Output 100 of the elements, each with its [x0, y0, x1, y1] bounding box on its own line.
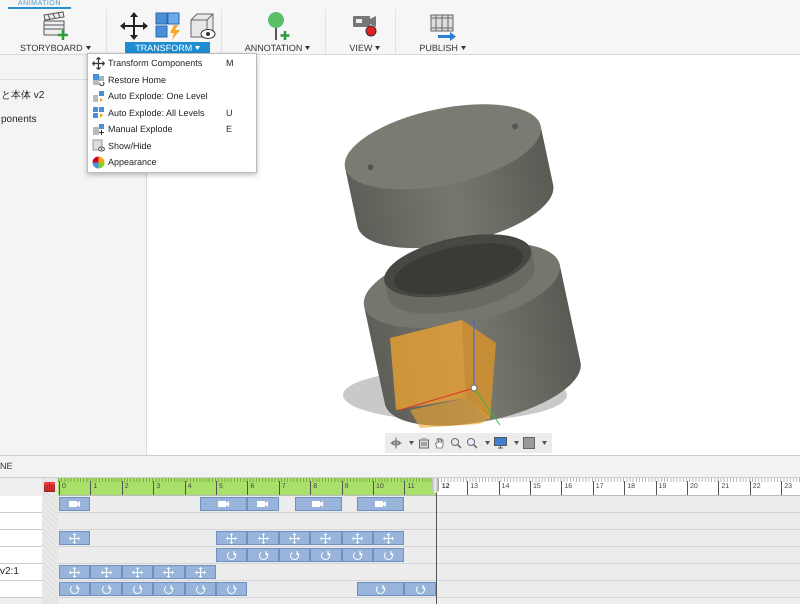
track-header[interactable]	[0, 581, 42, 598]
grid-icon[interactable]	[523, 437, 535, 449]
monitor-icon[interactable]	[494, 437, 507, 449]
keyframe-block[interactable]	[310, 531, 342, 545]
keyframe-block[interactable]	[184, 582, 216, 596]
caret-icon	[305, 46, 310, 50]
caret-icon	[514, 441, 519, 445]
track-header[interactable]	[0, 547, 42, 564]
rotate-icon	[132, 584, 143, 594]
keyframe-block[interactable]	[373, 531, 404, 545]
keyframe-block[interactable]	[59, 531, 90, 545]
move-icon	[69, 532, 80, 544]
track-header[interactable]: v2:1	[0, 564, 42, 581]
toolbar-dropdown[interactable]: STORYBOARD	[10, 42, 101, 54]
keyframe-block[interactable]	[310, 548, 342, 562]
move-icon	[288, 532, 300, 544]
keyframe-block[interactable]	[153, 582, 185, 596]
hand-icon[interactable]	[434, 437, 446, 449]
menu-item[interactable]: Auto Explode: All Levels U	[88, 104, 256, 121]
keyframe-block[interactable]	[294, 497, 342, 511]
browser-item[interactable]: と本体 v2	[0, 86, 44, 106]
keyframe-block[interactable]	[200, 497, 248, 511]
move-icon	[383, 532, 394, 544]
camera-icon	[374, 500, 387, 508]
keyframe-block[interactable]	[59, 582, 90, 596]
keyframe-block[interactable]	[247, 548, 279, 562]
zoom-icon[interactable]	[450, 437, 462, 449]
keyframe-block[interactable]	[278, 531, 310, 545]
keyframe-block[interactable]	[90, 582, 122, 596]
move-icon	[69, 566, 80, 578]
color-wheel-icon	[92, 156, 105, 169]
caret-icon	[542, 441, 547, 445]
menu-item[interactable]: Auto Explode: One Level	[88, 88, 256, 104]
track-header[interactable]	[0, 530, 42, 547]
keyframe-block[interactable]	[59, 565, 90, 579]
clipboard-icon[interactable]	[418, 437, 430, 449]
keyframe-block[interactable]	[216, 582, 248, 596]
eye-box-icon	[92, 139, 105, 152]
move-icon[interactable]	[120, 11, 148, 41]
menu-item[interactable]: Manual Explode E	[88, 121, 256, 138]
track-header[interactable]	[0, 513, 42, 530]
keyframe-block[interactable]	[216, 531, 248, 545]
move-icon	[352, 532, 363, 544]
cube-stack-icon	[92, 90, 105, 103]
keyframe-block[interactable]	[247, 531, 279, 545]
keyframe-block[interactable]	[278, 548, 310, 562]
shortcut-key: U	[226, 108, 256, 118]
browser-item[interactable]: ponents	[0, 110, 37, 130]
menu-item[interactable]: Transform Components M	[88, 55, 256, 72]
move-icon	[226, 532, 238, 544]
menu-item[interactable]: Restore Home	[88, 72, 256, 88]
rotate-icon	[226, 550, 238, 560]
keyframe-block[interactable]	[122, 565, 154, 579]
caret-icon	[195, 46, 200, 50]
rotate-icon	[414, 584, 426, 594]
keyframe-block[interactable]	[357, 497, 404, 511]
camera-icon	[312, 500, 324, 508]
shortcut-key: M	[226, 58, 256, 68]
menu-item[interactable]: Appearance	[88, 154, 256, 170]
rotate-icon	[320, 550, 332, 560]
keyframe-block[interactable]	[247, 497, 279, 511]
toolbar-dropdown[interactable]: PUBLISH	[409, 42, 476, 54]
cube-stack-icon[interactable]	[154, 11, 182, 41]
rotate-icon	[163, 584, 174, 594]
keyframe-block[interactable]	[342, 548, 373, 562]
rotate-icon	[194, 584, 206, 594]
caret-icon	[460, 46, 466, 50]
toolbar-dropdown[interactable]: VIEW	[339, 42, 390, 54]
move-icon	[100, 566, 112, 578]
keyframe-block[interactable]	[59, 497, 90, 511]
rotate-icon	[352, 550, 363, 560]
toolbar-dropdown[interactable]: TRANSFORM	[125, 42, 210, 54]
keyframe-block[interactable]	[373, 548, 404, 562]
cube-stack-icon	[92, 122, 105, 136]
track-header[interactable]	[0, 496, 42, 513]
keyframe-block[interactable]	[357, 582, 404, 596]
menu-item[interactable]: Show/Hide	[88, 138, 256, 154]
keyframe-block[interactable]	[122, 582, 154, 596]
cube-stack-icon	[92, 106, 105, 120]
playhead-handle[interactable]	[432, 478, 440, 493]
camera-icon	[68, 500, 81, 508]
keyframe-block[interactable]	[90, 565, 122, 579]
search-icon[interactable]	[466, 437, 478, 449]
orbit-icon[interactable]	[390, 437, 402, 449]
keyframe-block[interactable]	[404, 582, 436, 596]
move-icon	[132, 566, 143, 578]
move-icon	[92, 56, 105, 70]
move-icon	[194, 566, 206, 578]
toolbar-dropdown[interactable]: ANNOTATION	[234, 42, 320, 54]
camera-icon	[257, 500, 270, 508]
keyframe-block[interactable]	[153, 565, 185, 579]
caret-icon	[485, 441, 490, 445]
keyframe-block[interactable]	[342, 531, 373, 545]
timeline-title: NE	[0, 456, 800, 478]
cube-stack-icon	[92, 73, 105, 86]
eye-box-icon[interactable]	[188, 11, 216, 41]
keyframe-block[interactable]	[216, 548, 248, 562]
keyframe-block[interactable]	[184, 565, 216, 579]
rotate-icon	[69, 584, 80, 594]
clapperboard-icon[interactable]	[41, 11, 70, 41]
